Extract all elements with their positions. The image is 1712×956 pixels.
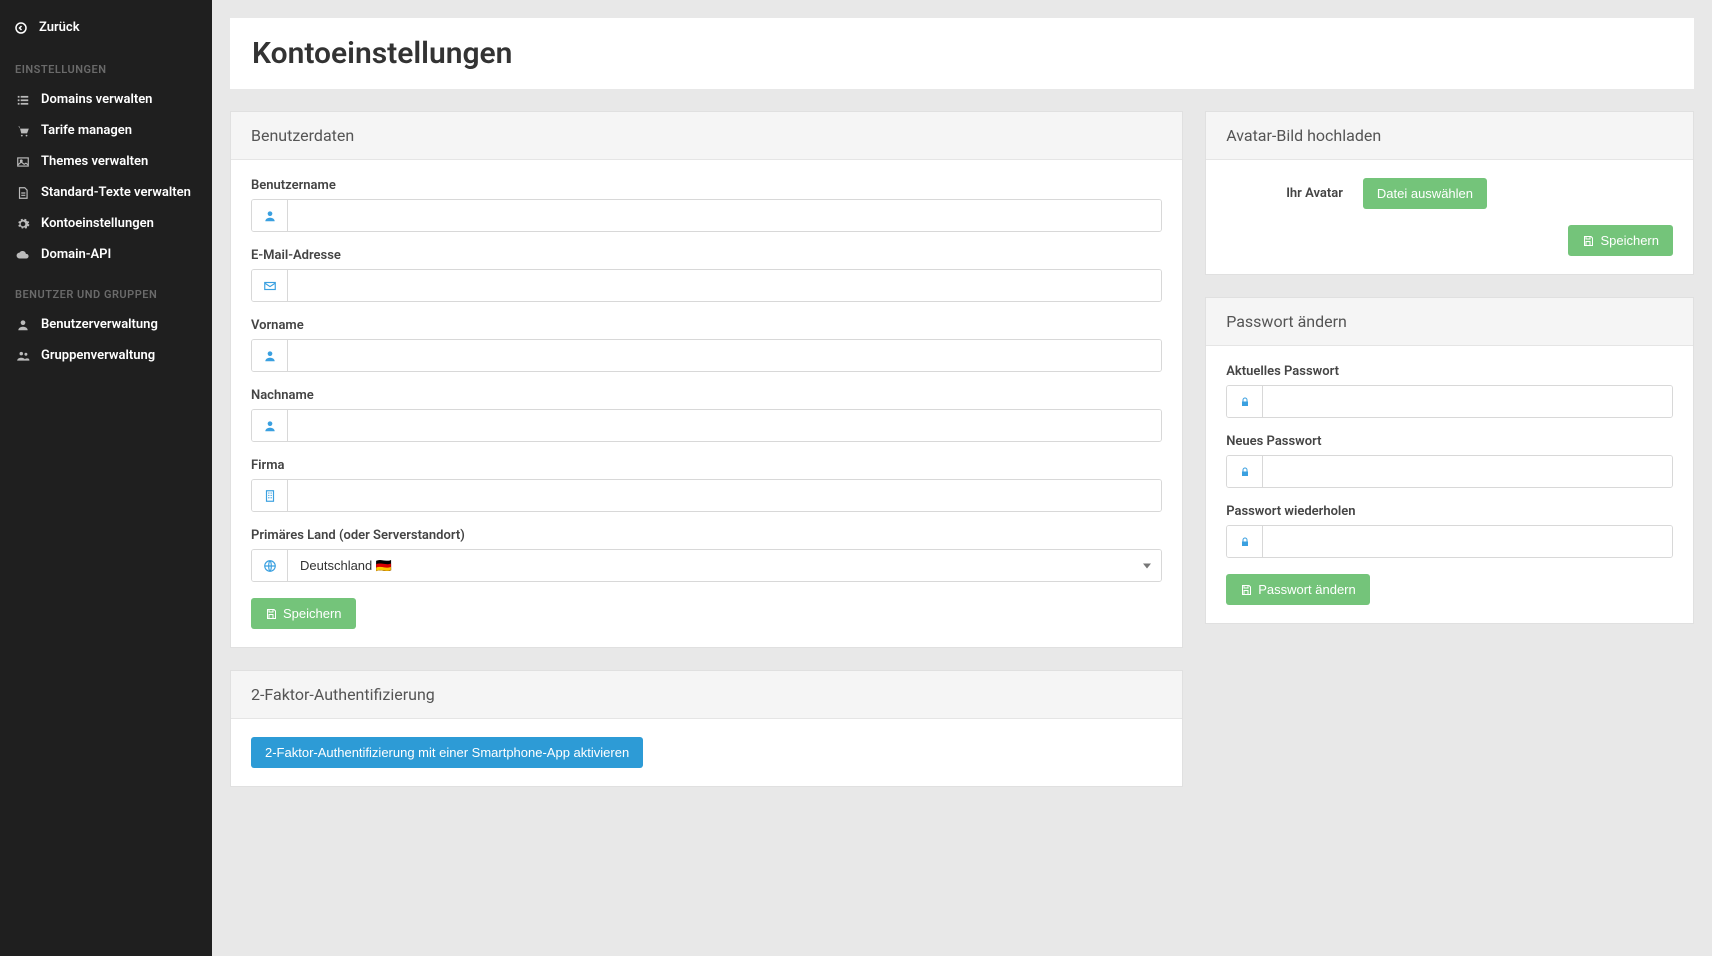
sidebar-item-themes[interactable]: Themes verwalten: [0, 146, 212, 177]
userdata-panel: Benutzerdaten Benutzername E-Mail-Adress…: [230, 111, 1183, 648]
page-header: Kontoeinstellungen: [230, 18, 1694, 89]
avatar-header: Avatar-Bild hochladen: [1206, 112, 1693, 160]
list-icon: [15, 93, 31, 107]
country-label: Primäres Land (oder Serverstandort): [251, 528, 1162, 543]
password-header: Passwort ändern: [1206, 298, 1693, 346]
lock-icon: [1227, 386, 1263, 417]
company-input[interactable]: [288, 480, 1161, 511]
current-password-input[interactable]: [1263, 386, 1672, 417]
activate-2fa-label: 2-Faktor-Authentifizierung mit einer Sma…: [265, 745, 629, 760]
gear-icon: [15, 217, 31, 231]
email-label: E-Mail-Adresse: [251, 248, 1162, 263]
sidebar-item-domains[interactable]: Domains verwalten: [0, 84, 212, 115]
main-content: Kontoeinstellungen Benutzerdaten Benutze…: [212, 0, 1712, 956]
user-icon: [15, 318, 31, 332]
user-icon: [252, 200, 288, 231]
users-icon: [15, 349, 31, 363]
sidebar-item-label: Benutzerverwaltung: [41, 317, 158, 332]
save-icon: [1582, 235, 1594, 247]
userdata-header: Benutzerdaten: [231, 112, 1182, 160]
twofa-header: 2-Faktor-Authentifizierung: [231, 671, 1182, 719]
new-password-label: Neues Passwort: [1226, 434, 1673, 449]
avatar-panel: Avatar-Bild hochladen Ihr Avatar Datei a…: [1205, 111, 1694, 275]
password-panel: Passwort ändern Aktuelles Passwort Neues…: [1205, 297, 1694, 624]
avatar-label: Ihr Avatar: [1286, 186, 1343, 201]
save-icon: [1240, 584, 1252, 596]
save-avatar-button[interactable]: Speichern: [1568, 225, 1673, 256]
lastname-input[interactable]: [288, 410, 1161, 441]
lock-icon: [1227, 526, 1263, 557]
username-label: Benutzername: [251, 178, 1162, 193]
building-icon: [252, 480, 288, 511]
email-input[interactable]: [288, 270, 1161, 301]
cart-icon: [15, 124, 31, 138]
sidebar-item-account-settings[interactable]: Kontoeinstellungen: [0, 208, 212, 239]
sidebar-item-label: Domain-API: [41, 247, 111, 262]
save-label: Speichern: [283, 606, 342, 621]
username-input[interactable]: [288, 200, 1161, 231]
sidebar-item-user-management[interactable]: Benutzerverwaltung: [0, 309, 212, 340]
sidebar: Zurück EINSTELLUNGEN Domains verwalten T…: [0, 0, 212, 956]
page-title: Kontoeinstellungen: [252, 36, 1672, 71]
sidebar-item-domain-api[interactable]: Domain-API: [0, 239, 212, 270]
sidebar-item-group-management[interactable]: Gruppenverwaltung: [0, 340, 212, 371]
activate-2fa-button[interactable]: 2-Faktor-Authentifizierung mit einer Sma…: [251, 737, 643, 768]
choose-file-button[interactable]: Datei auswählen: [1363, 178, 1487, 209]
lock-icon: [1227, 456, 1263, 487]
sidebar-item-label: Standard-Texte verwalten: [41, 185, 191, 200]
arrow-left-icon: [15, 22, 29, 34]
back-link[interactable]: Zurück: [0, 10, 212, 45]
firstname-label: Vorname: [251, 318, 1162, 333]
sidebar-section-users-groups: BENUTZER UND GRUPPEN: [0, 270, 212, 309]
twofa-panel: 2-Faktor-Authentifizierung 2-Faktor-Auth…: [230, 670, 1183, 787]
sidebar-item-label: Themes verwalten: [41, 154, 148, 169]
country-select[interactable]: Deutschland 🇩🇪: [288, 550, 1161, 581]
cloud-icon: [15, 248, 31, 262]
sidebar-item-label: Kontoeinstellungen: [41, 216, 154, 231]
back-label: Zurück: [39, 20, 80, 35]
sidebar-item-texts[interactable]: Standard-Texte verwalten: [0, 177, 212, 208]
new-password-input[interactable]: [1263, 456, 1672, 487]
change-password-label: Passwort ändern: [1258, 582, 1356, 597]
envelope-icon: [252, 270, 288, 301]
file-icon: [15, 186, 31, 200]
repeat-password-input[interactable]: [1263, 526, 1672, 557]
choose-file-label: Datei auswählen: [1377, 186, 1473, 201]
user-icon: [252, 410, 288, 441]
change-password-button[interactable]: Passwort ändern: [1226, 574, 1370, 605]
current-password-label: Aktuelles Passwort: [1226, 364, 1673, 379]
sidebar-item-tariffs[interactable]: Tarife managen: [0, 115, 212, 146]
user-icon: [252, 340, 288, 371]
save-avatar-label: Speichern: [1600, 233, 1659, 248]
globe-icon: [252, 550, 288, 581]
firstname-input[interactable]: [288, 340, 1161, 371]
save-icon: [265, 608, 277, 620]
repeat-password-label: Passwort wiederholen: [1226, 504, 1673, 519]
save-userdata-button[interactable]: Speichern: [251, 598, 356, 629]
sidebar-item-label: Tarife managen: [41, 123, 132, 138]
image-icon: [15, 155, 31, 169]
company-label: Firma: [251, 458, 1162, 473]
sidebar-section-settings: EINSTELLUNGEN: [0, 45, 212, 84]
sidebar-item-label: Gruppenverwaltung: [41, 348, 155, 363]
sidebar-item-label: Domains verwalten: [41, 92, 152, 107]
lastname-label: Nachname: [251, 388, 1162, 403]
